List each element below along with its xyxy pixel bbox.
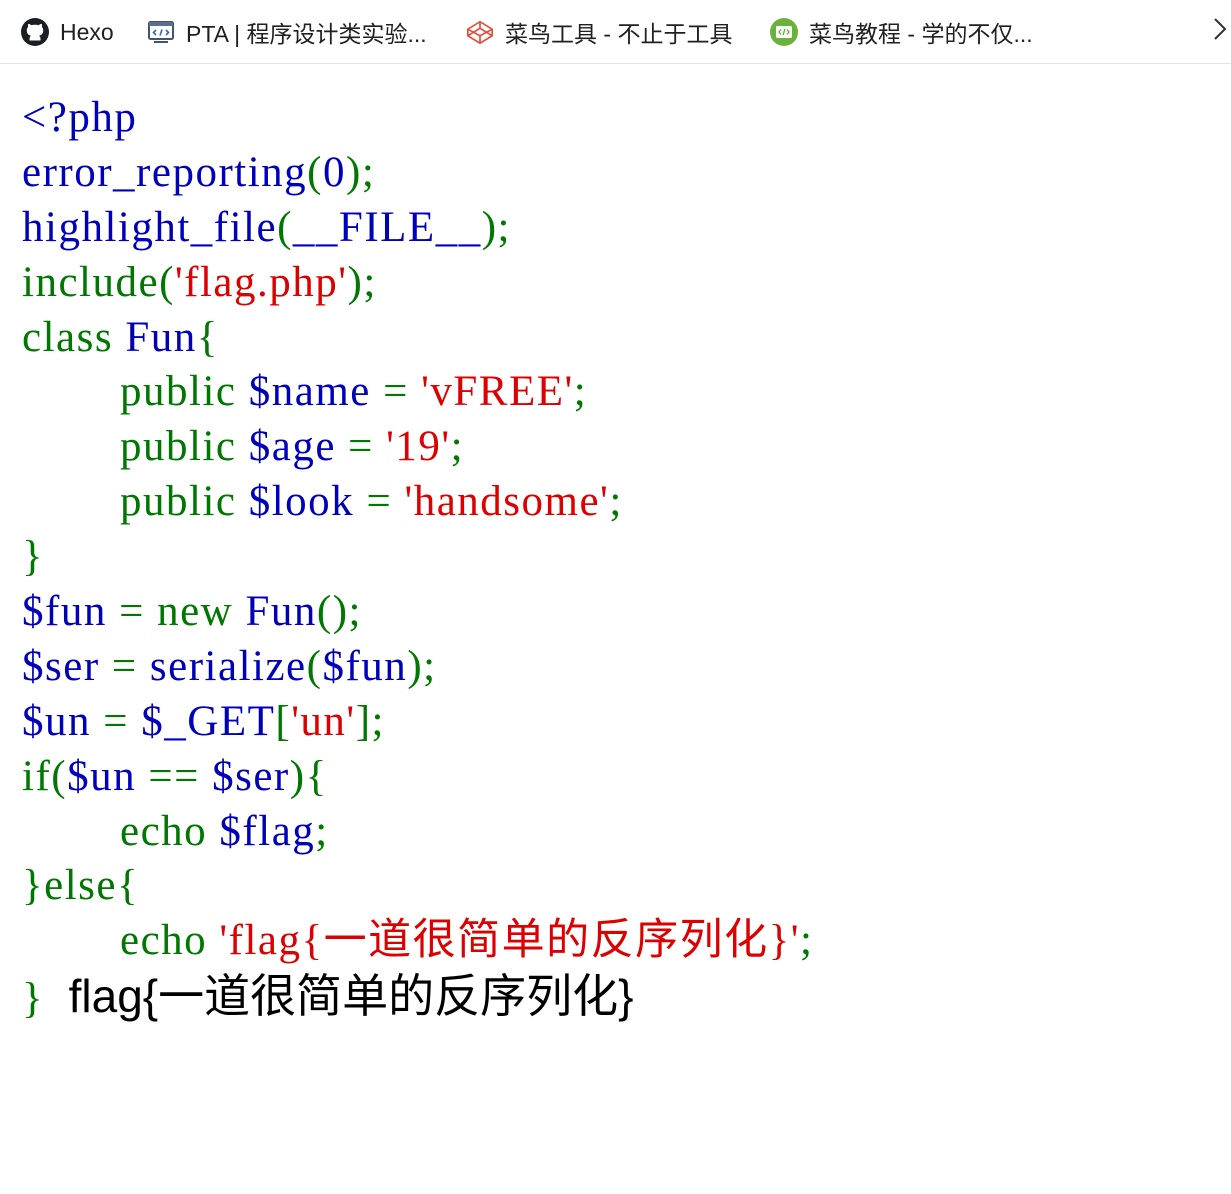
code-token: ]; [355, 697, 385, 745]
code-line: public $look = 'handsome'; [22, 475, 814, 530]
flag-output: flag{一道很简单的反序列化} [68, 970, 634, 1023]
code-line: echo 'flag{一道很简单的反序列化}'; [22, 914, 814, 969]
code-line: if($un == $ser){ [22, 750, 814, 805]
code-line: $un = $_GET['un']; [22, 695, 814, 750]
code-token: public [22, 478, 249, 526]
code-token: echo [22, 807, 220, 855]
bookmark-pta[interactable]: PTA | 程序设计类实验... [146, 0, 427, 64]
code-token: $ser [22, 642, 112, 690]
code-token: ){ [289, 752, 328, 800]
code-line: $ser = serialize($fun); [22, 640, 814, 695]
bookmark-label: 菜鸟教程 - 学的不仅... [809, 21, 1033, 47]
code-token: 'flag{一道很简单的反序列化}' [219, 917, 801, 965]
code-line: <?php [22, 91, 814, 146]
code-line: $fun = new Fun(); [22, 585, 814, 640]
code-token: ( [277, 203, 293, 251]
code-window-icon [146, 17, 176, 47]
code-token: ); [481, 203, 511, 251]
code-token: ( [307, 148, 323, 196]
code-line: }else{ [22, 859, 814, 914]
code-token: ); [346, 148, 376, 196]
code-token: }else{ [22, 862, 140, 910]
chevron-right-icon [1213, 16, 1227, 48]
code-token: = [103, 697, 142, 745]
code-line: error_reporting(0); [22, 146, 814, 201]
code-token: 0 [323, 148, 346, 196]
code-token: __FILE__ [292, 203, 482, 251]
code-token: $look [248, 478, 367, 526]
code-token: ( [306, 642, 323, 690]
code-token: ; [573, 368, 588, 416]
code-line: public $name = 'vFREE'; [22, 365, 814, 420]
code-token: serialize [149, 642, 307, 690]
code-token: if( [22, 752, 68, 800]
code-token: $age [248, 423, 349, 471]
bookmark-hexo[interactable]: Hexo [20, 0, 114, 64]
code-token: echo [22, 917, 220, 965]
code-token: { [196, 313, 219, 361]
code-token: = new [119, 588, 246, 636]
code-token: $_GET [141, 697, 276, 745]
bookmarks-bar: Hexo PTA | 程序设计类实验... 菜鸟工具 - 不止于工具 菜鸟教程 … [0, 0, 1231, 64]
code-line: class Fun{ [22, 311, 814, 366]
code-token: $ser [212, 752, 290, 800]
bookmark-runoob-tutorial[interactable]: 菜鸟教程 - 学的不仅... [769, 0, 1033, 64]
bookmark-label: PTA | 程序设计类实验... [186, 21, 427, 47]
code-line: highlight_file(__FILE__); [22, 201, 814, 256]
bookmark-label: 菜鸟工具 - 不止于工具 [505, 21, 733, 47]
code-token: = [383, 368, 422, 416]
code-token: <?php [22, 94, 138, 141]
code-token: 'flag.php' [174, 258, 348, 306]
code-token: = [366, 478, 405, 526]
code-line: echo $flag; [22, 805, 814, 860]
code-token: $fun [322, 642, 408, 690]
bookmark-runoob-tools[interactable]: 菜鸟工具 - 不止于工具 [465, 0, 732, 64]
code-token: class [22, 313, 126, 361]
code-token: [ [275, 697, 292, 745]
code-token: ; [800, 917, 814, 965]
php-source-code: <?php error_reporting(0); highlight_file(_… [22, 91, 814, 1024]
code-token: = [111, 642, 150, 690]
code-token: highlight_file [22, 203, 278, 251]
code-token: Fun [125, 313, 197, 361]
code-token: Fun [245, 588, 317, 636]
bookmarks-more-button[interactable] [1209, 0, 1231, 64]
code-token: 'vFREE' [421, 368, 574, 416]
code-token: 'handsome' [404, 478, 610, 526]
code-token: ; [315, 807, 329, 855]
codepen-cube-icon [465, 17, 495, 47]
code-token: public [22, 368, 249, 416]
code-token: ); [347, 258, 377, 306]
code-token: public [22, 423, 249, 471]
runoob-code-icon [769, 17, 799, 47]
code-line: } flag{一道很简单的反序列化} [22, 969, 814, 1024]
code-token: (); [316, 588, 362, 636]
code-line: include('flag.php'); [22, 256, 814, 311]
code-token: ; [450, 423, 465, 471]
code-token: $name [248, 368, 384, 416]
code-token: $un [67, 752, 149, 800]
code-token: == [148, 752, 213, 800]
code-token: $un [22, 697, 104, 745]
code-token: ); [407, 642, 437, 690]
code-line: } [22, 530, 814, 585]
code-token: 'un' [291, 697, 356, 745]
code-token: } [22, 975, 45, 1023]
code-token: ; [609, 478, 623, 526]
code-token: $fun [22, 588, 120, 636]
code-token: error_reporting [22, 148, 308, 196]
code-token: = [348, 423, 387, 471]
code-token: } [22, 533, 45, 581]
code-token: '19' [386, 423, 451, 471]
code-line: public $age = '19'; [22, 420, 814, 475]
code-token: include( [22, 258, 175, 306]
bookmark-label: Hexo [60, 18, 114, 45]
code-token: $flag [219, 807, 316, 855]
github-icon [20, 17, 50, 47]
